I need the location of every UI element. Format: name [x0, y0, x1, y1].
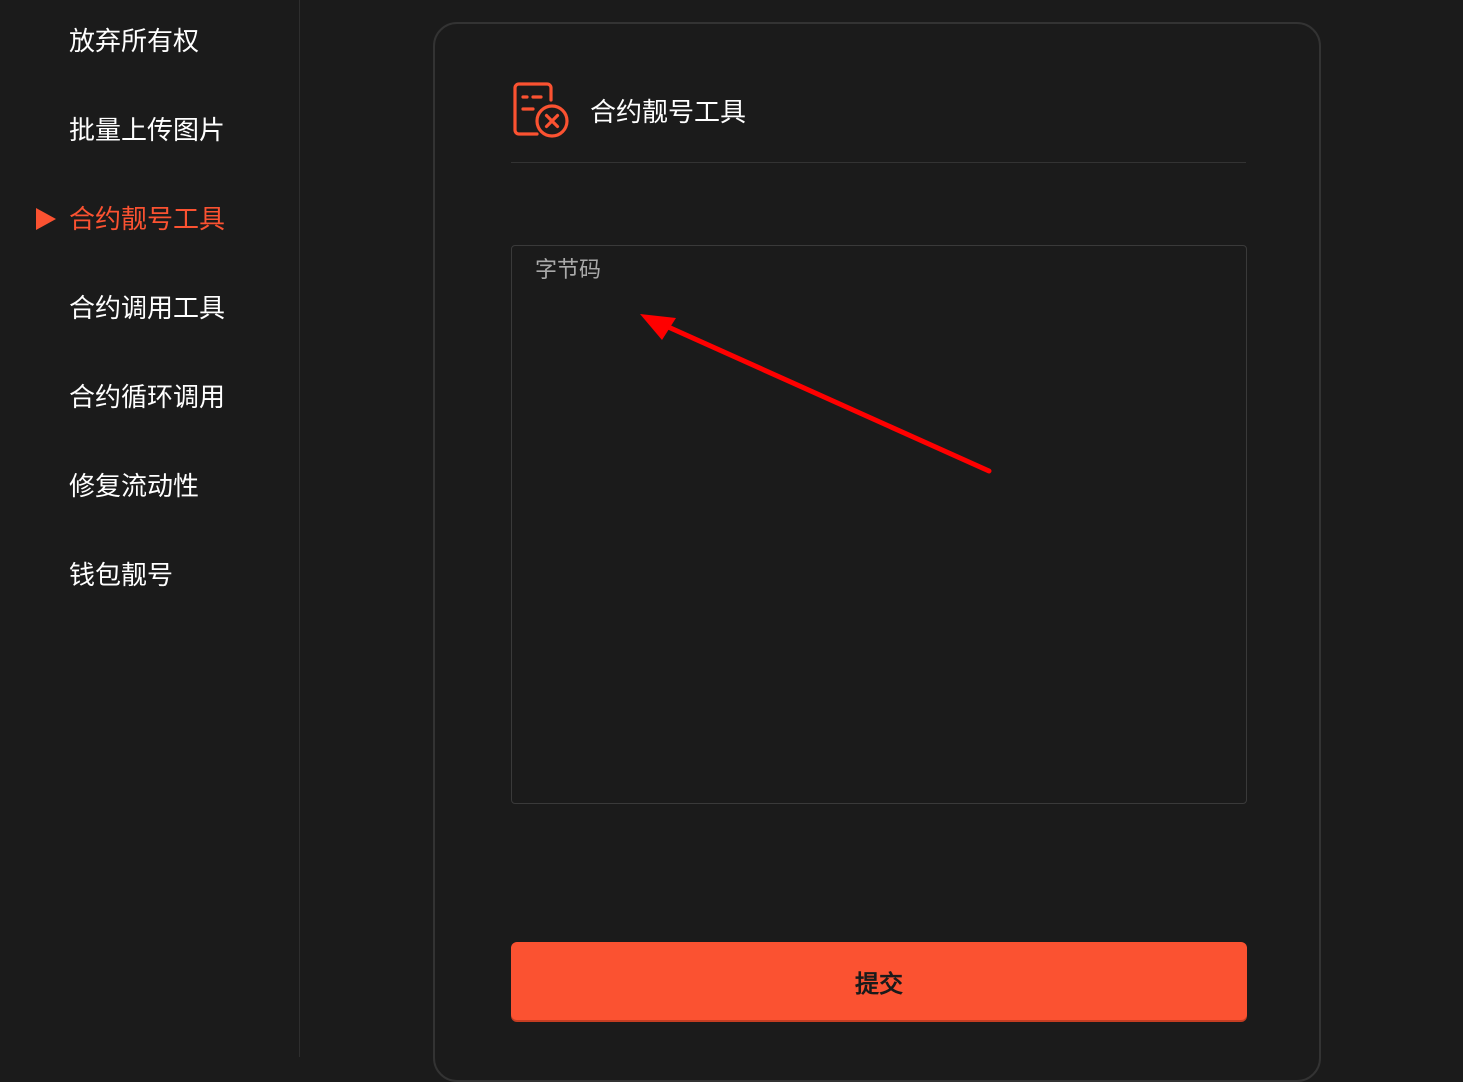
tool-card: 合约靓号工具 提交 [433, 22, 1321, 1082]
sidebar-item-wallet-vanity[interactable]: 钱包靓号 [69, 559, 173, 593]
bytecode-input[interactable] [511, 245, 1247, 804]
card-header: 合约靓号工具 [511, 80, 1246, 163]
contract-cancel-icon [513, 82, 569, 138]
sidebar: 放弃所有权 批量上传图片 合约靓号工具 合约调用工具 合约循环调用 修复流动性 … [0, 0, 300, 1057]
sidebar-item-batch-upload-images[interactable]: 批量上传图片 [69, 114, 225, 148]
sidebar-item-contract-vanity-tool[interactable]: 合约靓号工具 [69, 203, 225, 237]
sidebar-item-contract-loop-call[interactable]: 合约循环调用 [69, 381, 225, 415]
sidebar-item-contract-call-tool[interactable]: 合约调用工具 [69, 292, 225, 326]
page-title: 合约靓号工具 [590, 98, 747, 128]
submit-button[interactable]: 提交 [511, 942, 1247, 1020]
active-indicator-icon [36, 208, 56, 230]
sidebar-item-repair-liquidity[interactable]: 修复流动性 [69, 470, 199, 504]
sidebar-item-renounce-ownership[interactable]: 放弃所有权 [69, 25, 199, 59]
